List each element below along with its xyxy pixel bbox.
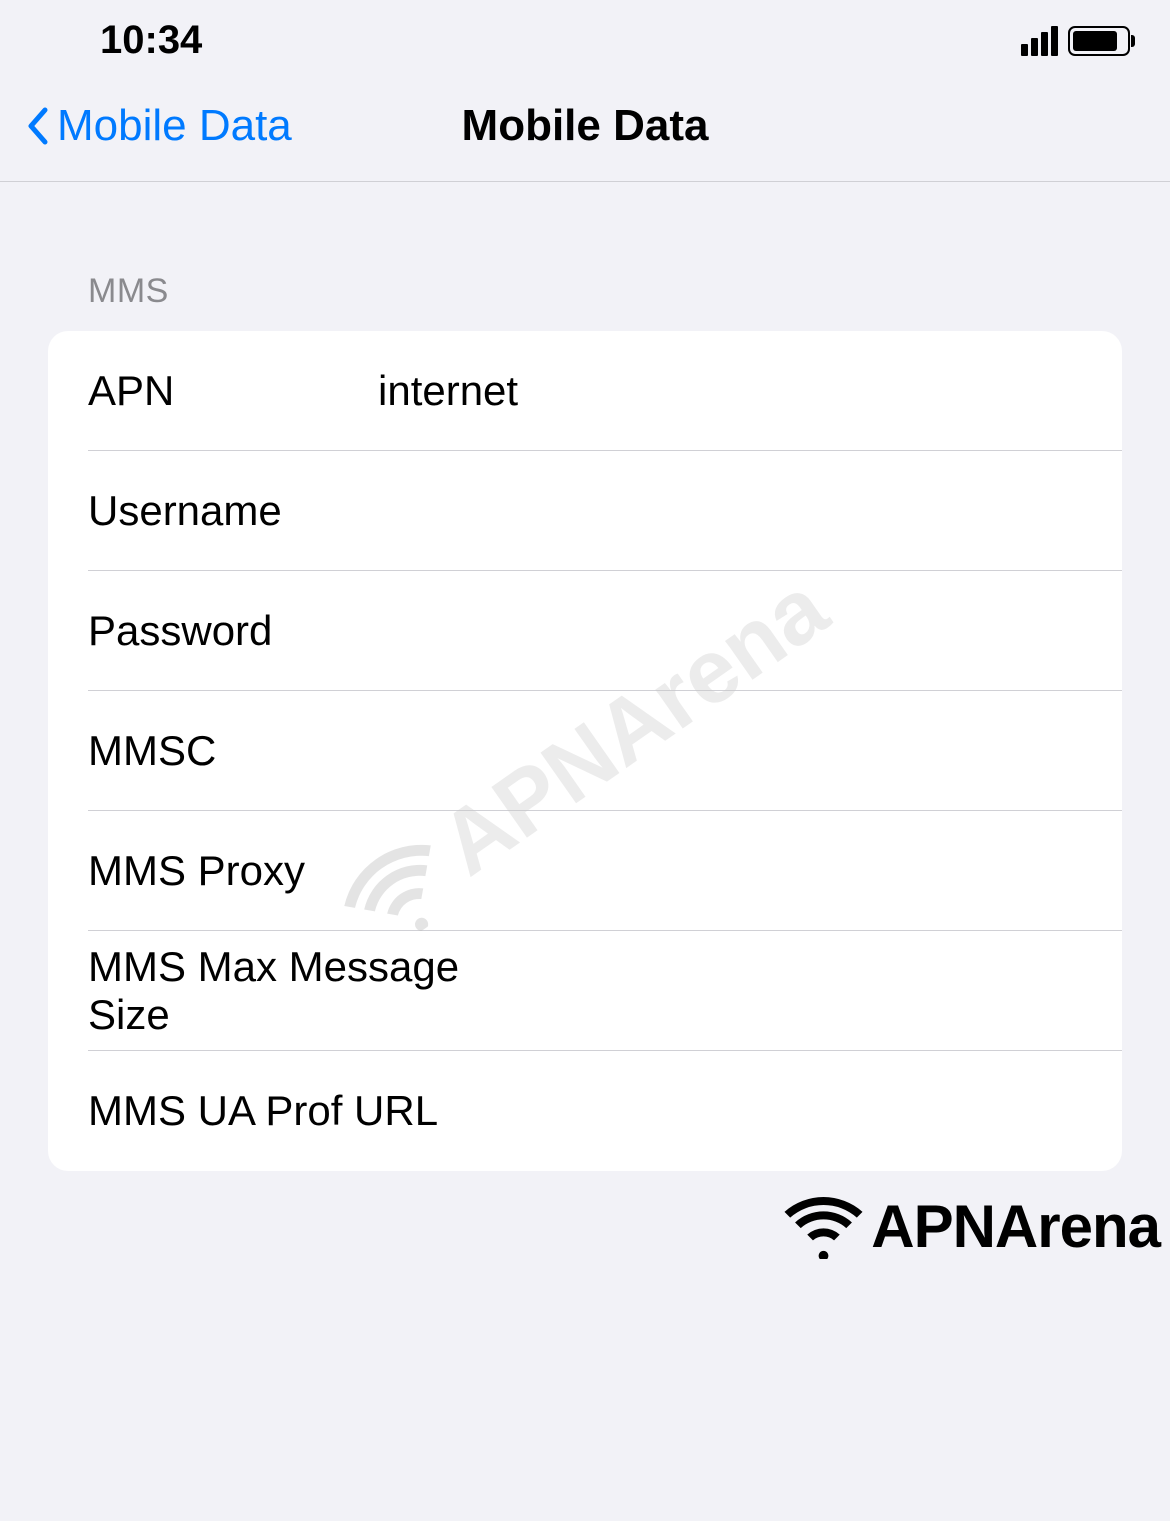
input-mms-ua-prof[interactable]: [438, 1087, 1082, 1135]
section-header-mms: MMS: [48, 182, 1122, 331]
label-mmsc: MMSC: [88, 727, 378, 775]
input-mms-proxy[interactable]: [378, 847, 1082, 895]
label-password: Password: [88, 607, 378, 655]
row-username[interactable]: Username: [48, 451, 1122, 571]
row-mms-proxy[interactable]: MMS Proxy: [48, 811, 1122, 931]
status-time: 10:34: [100, 18, 202, 63]
row-mms-max-size[interactable]: MMS Max Message Size: [48, 931, 1122, 1051]
status-bar: 10:34: [0, 0, 1170, 81]
label-mms-ua-prof: MMS UA Prof URL: [88, 1087, 438, 1135]
input-mms-max-size[interactable]: [541, 967, 1082, 1015]
back-label: Mobile Data: [57, 101, 292, 151]
navigation-bar: Mobile Data Mobile Data: [0, 81, 1170, 182]
wifi-icon: [781, 1194, 866, 1259]
label-apn: APN: [88, 367, 378, 415]
settings-group-mms: APN Username Password MMSC MMS Proxy MMS…: [48, 331, 1122, 1171]
label-mms-proxy: MMS Proxy: [88, 847, 378, 895]
battery-icon: [1068, 26, 1130, 56]
row-password[interactable]: Password: [48, 571, 1122, 691]
input-username[interactable]: [378, 487, 1082, 535]
chevron-left-icon: [25, 106, 49, 146]
input-mmsc[interactable]: [378, 727, 1082, 775]
input-apn[interactable]: [378, 367, 1082, 415]
status-indicators: [1021, 26, 1130, 56]
cellular-signal-icon: [1021, 26, 1058, 56]
brand-name: APNArena: [871, 1192, 1160, 1261]
back-button[interactable]: Mobile Data: [25, 101, 292, 151]
label-username: Username: [88, 487, 378, 535]
content-area: MMS APN Username Password MMSC MMS Proxy: [0, 182, 1170, 1171]
page-title: Mobile Data: [462, 101, 709, 151]
label-mms-max-size: MMS Max Message Size: [88, 943, 541, 1039]
input-password[interactable]: [378, 607, 1082, 655]
brand-logo: APNArena: [781, 1192, 1170, 1261]
row-apn[interactable]: APN: [48, 331, 1122, 451]
row-mms-ua-prof[interactable]: MMS UA Prof URL: [48, 1051, 1122, 1171]
row-mmsc[interactable]: MMSC: [48, 691, 1122, 811]
